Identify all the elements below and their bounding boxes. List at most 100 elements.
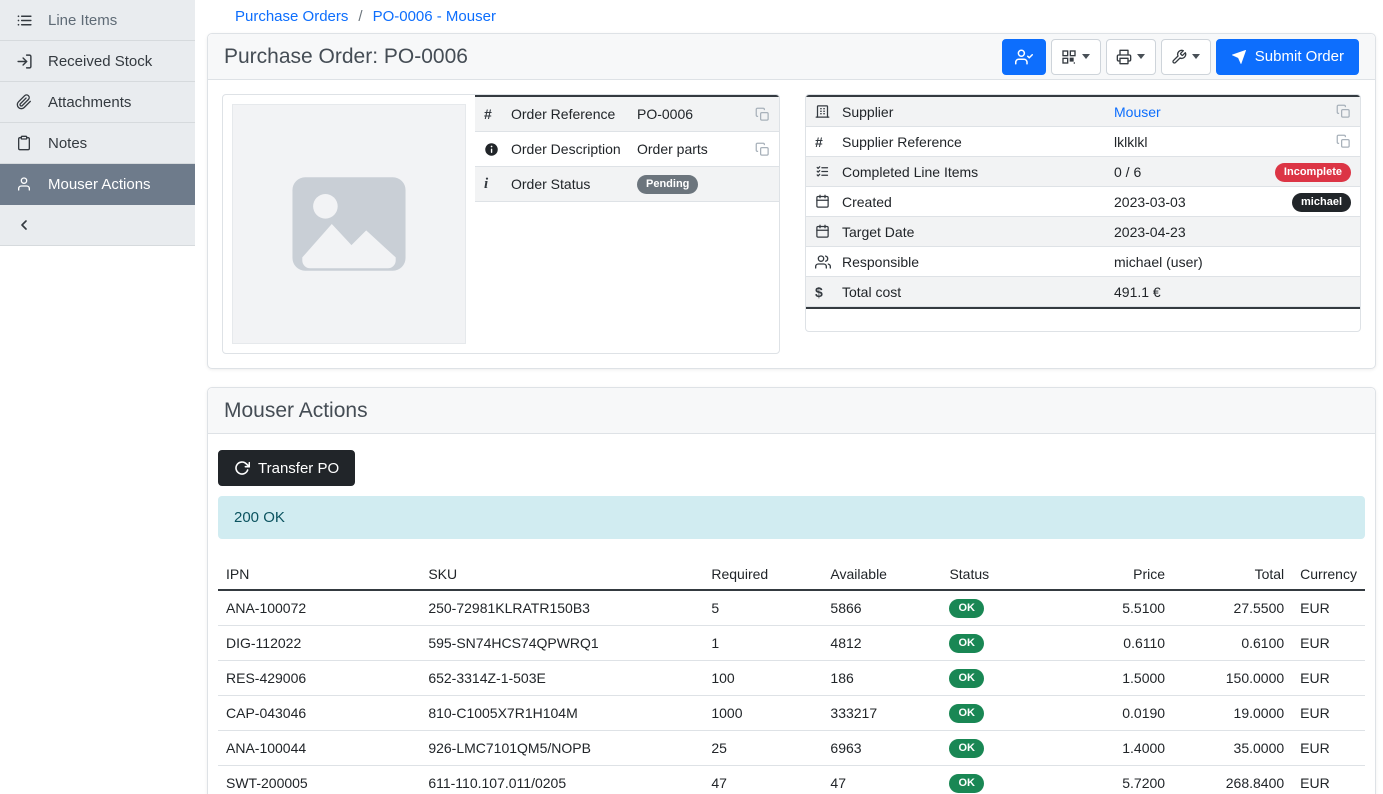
cell-ipn: SWT-200005 — [218, 766, 420, 794]
cell-sku: 595-SN74HCS74QPWRQ1 — [420, 626, 703, 661]
sidebar: Line Items Received Stock Attachments No… — [0, 0, 195, 794]
detail-value: 491.1 € — [1114, 284, 1351, 300]
sidebar-item-label: Notes — [48, 135, 87, 152]
sidebar-item-label: Mouser Actions — [48, 176, 151, 193]
detail-label: Order Description — [511, 141, 637, 157]
cell-required: 25 — [703, 731, 822, 766]
sign-in-icon — [15, 53, 33, 70]
cell-currency: EUR — [1292, 731, 1365, 766]
cell-sku: 810-C1005X7R1H104M — [420, 696, 703, 731]
sidebar-item-label: Line Items — [48, 12, 117, 29]
cell-sku: 611-110.107.011/0205 — [420, 766, 703, 794]
sidebar-item-received-stock[interactable]: Received Stock — [0, 41, 195, 82]
copy-icon[interactable] — [749, 107, 770, 122]
cell-currency: EUR — [1292, 766, 1365, 794]
breadcrumb-purchase-orders-link[interactable]: Purchase Orders — [235, 8, 348, 25]
cell-ipn: ANA-100044 — [218, 731, 420, 766]
copy-icon[interactable] — [749, 142, 770, 157]
detail-label: Responsible — [842, 254, 1114, 270]
detail-label: Created — [842, 194, 1114, 210]
cell-required: 47 — [703, 766, 822, 794]
col-header-price: Price — [1077, 559, 1173, 590]
order-details-section: # Order Reference PO-0006 Order Descript… — [208, 80, 1375, 368]
detail-label: Total cost — [842, 284, 1114, 300]
mouser-actions-panel: Mouser Actions Transfer PO 200 OK IPN S — [207, 387, 1376, 794]
chevron-left-icon — [15, 217, 33, 233]
order-status-badge: Pending — [637, 175, 698, 194]
detail-value: michael (user) — [1114, 254, 1351, 270]
calendar-icon — [815, 224, 842, 239]
cell-price: 1.4000 — [1077, 731, 1173, 766]
cell-price: 1.5000 — [1077, 661, 1173, 696]
line-items-table: IPN SKU Required Available Status Price … — [218, 559, 1365, 794]
detail-label: Target Date — [842, 224, 1114, 240]
submit-order-button[interactable]: Submit Order — [1216, 39, 1359, 75]
caret-down-icon — [1137, 54, 1145, 59]
caret-down-icon — [1082, 54, 1090, 59]
submit-order-label: Submit Order — [1255, 48, 1344, 65]
purchase-order-panel: Purchase Order: PO-0006 — [207, 33, 1376, 369]
barcode-dropdown-button[interactable] — [1051, 39, 1101, 75]
list-check-icon — [815, 164, 842, 179]
order-actions-dropdown-button[interactable] — [1161, 39, 1211, 75]
col-header-sku: SKU — [420, 559, 703, 590]
detail-value: 2023-03-03 — [1114, 194, 1292, 210]
header-actions: Submit Order — [1002, 39, 1359, 75]
detail-label: Supplier — [842, 104, 1114, 120]
table-row: ANA-100072 250-72981KLRATR150B3 5 5866 O… — [218, 590, 1365, 626]
cell-status: OK — [941, 661, 1076, 696]
list-icon — [15, 12, 33, 29]
refresh-icon — [234, 460, 250, 476]
status-alert: 200 OK — [218, 496, 1365, 539]
cell-required: 5 — [703, 590, 822, 626]
breadcrumb-current-link[interactable]: PO-0006 - Mouser — [373, 8, 496, 25]
detail-row-supplier: Supplier Mouser — [806, 97, 1360, 127]
detail-label: Order Reference — [511, 106, 637, 122]
copy-icon[interactable] — [1330, 104, 1351, 119]
qr-code-icon — [1061, 49, 1077, 65]
info-circle-icon — [484, 142, 511, 157]
status-ok-badge: OK — [949, 599, 984, 618]
col-header-required: Required — [703, 559, 822, 590]
transfer-po-button[interactable]: Transfer PO — [218, 450, 355, 486]
status-ok-badge: OK — [949, 669, 984, 688]
sidebar-item-attachments[interactable]: Attachments — [0, 82, 195, 123]
sidebar-collapse-button[interactable] — [0, 205, 195, 246]
status-ok-badge: OK — [949, 774, 984, 793]
breadcrumb: Purchase Orders / PO-0006 - Mouser — [207, 0, 1376, 33]
detail-row-target-date: Target Date 2023-04-23 — [806, 217, 1360, 247]
detail-value: Mouser — [1114, 104, 1330, 120]
page-title: Purchase Order: PO-0006 — [224, 45, 468, 69]
cell-sku: 926-LMC7101QM5/NOPB — [420, 731, 703, 766]
cell-currency: EUR — [1292, 661, 1365, 696]
cell-total: 35.0000 — [1173, 731, 1292, 766]
cell-ipn: ANA-100072 — [218, 590, 420, 626]
clipboard-icon — [15, 135, 33, 151]
cell-ipn: DIG-112022 — [218, 626, 420, 661]
cell-ipn: CAP-043046 — [218, 696, 420, 731]
send-icon — [1231, 49, 1247, 65]
building-icon — [815, 104, 842, 119]
copy-icon[interactable] — [1330, 134, 1351, 149]
cell-available: 186 — [822, 661, 941, 696]
cell-price: 5.5100 — [1077, 590, 1173, 626]
part-image-wrap — [223, 95, 475, 353]
detail-value: PO-0006 — [637, 106, 749, 122]
user-action-button[interactable] — [1002, 39, 1046, 75]
cell-ipn: RES-429006 — [218, 661, 420, 696]
sidebar-item-mouser-actions[interactable]: Mouser Actions — [0, 164, 195, 205]
cell-status: OK — [941, 626, 1076, 661]
cell-price: 5.7200 — [1077, 766, 1173, 794]
user-icon — [15, 176, 33, 192]
sidebar-item-line-items[interactable]: Line Items — [0, 0, 195, 41]
cell-currency: EUR — [1292, 590, 1365, 626]
detail-row-order-reference: # Order Reference PO-0006 — [475, 97, 779, 132]
order-image-placeholder[interactable] — [232, 104, 466, 344]
cell-currency: EUR — [1292, 696, 1365, 731]
sidebar-item-notes[interactable]: Notes — [0, 123, 195, 164]
cell-status: OK — [941, 766, 1076, 794]
print-dropdown-button[interactable] — [1106, 39, 1156, 75]
col-header-status: Status — [941, 559, 1076, 590]
cell-available: 333217 — [822, 696, 941, 731]
supplier-link[interactable]: Mouser — [1114, 104, 1161, 120]
